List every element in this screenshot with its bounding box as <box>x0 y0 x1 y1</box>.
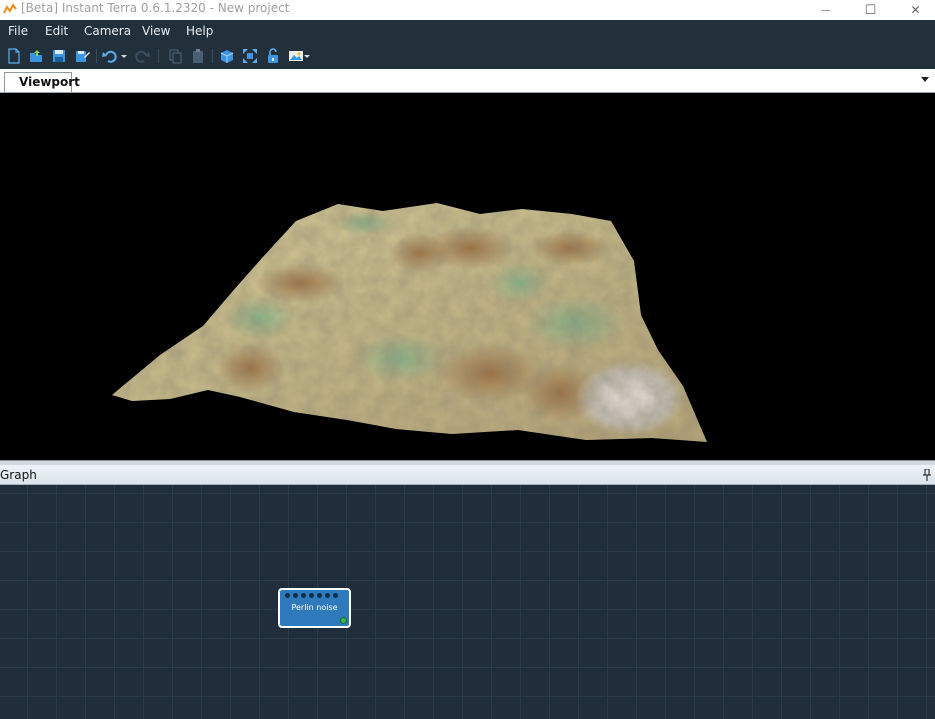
redo-icon[interactable] <box>134 48 150 64</box>
toolbar-separator <box>96 49 97 63</box>
save-icon[interactable] <box>51 48 67 64</box>
fit-view-icon[interactable] <box>242 48 258 64</box>
new-file-icon[interactable] <box>6 48 22 64</box>
node-output-port[interactable] <box>340 617 347 624</box>
copy-icon[interactable] <box>167 48 183 64</box>
menu-edit[interactable]: Edit <box>45 24 68 38</box>
screenshot-icon[interactable] <box>288 48 304 64</box>
tab-list-dropdown-icon[interactable] <box>921 77 929 82</box>
graph-node-perlin-noise[interactable]: Perlin noise <box>278 588 351 628</box>
menu-bar: File Edit Camera View Help <box>0 20 935 43</box>
toolbar-separator <box>212 49 213 63</box>
title-bar: [Beta] Instant Terra 0.6.1.2320 - New pr… <box>0 0 935 20</box>
menu-help[interactable]: Help <box>186 24 213 38</box>
tab-viewport[interactable]: Viewport <box>4 72 80 92</box>
paste-icon[interactable] <box>190 48 206 64</box>
save-as-icon[interactable] <box>74 48 90 64</box>
window-title: [Beta] Instant Terra 0.6.1.2320 - New pr… <box>21 1 290 15</box>
undo-dropdown-icon[interactable] <box>120 48 128 64</box>
node-input-ports <box>285 593 338 598</box>
minimize-button[interactable]: — <box>803 0 848 20</box>
open-file-icon[interactable] <box>28 48 44 64</box>
cube-view-icon[interactable] <box>219 48 235 64</box>
unlock-icon[interactable] <box>265 48 281 64</box>
document-tab-strip: Viewport <box>0 69 935 93</box>
menu-file[interactable]: File <box>8 24 28 38</box>
node-title: Perlin noise <box>291 603 338 612</box>
minimize-icon: — <box>820 4 831 16</box>
graph-panel-header: Graph <box>0 465 935 485</box>
graph-panel-title: Graph <box>0 468 37 482</box>
pin-icon[interactable] <box>922 469 932 481</box>
tab-viewport-label: Viewport <box>19 75 80 89</box>
node-graph-canvas[interactable]: Perlin noise <box>0 485 935 719</box>
maximize-button[interactable]: ☐ <box>848 0 893 20</box>
menu-camera[interactable]: Camera <box>84 24 131 38</box>
undo-icon[interactable] <box>102 48 118 64</box>
app-logo-icon <box>3 3 17 14</box>
terrain-render <box>112 203 707 442</box>
screenshot-dropdown-icon[interactable] <box>303 48 311 64</box>
maximize-icon: ☐ <box>864 2 877 18</box>
close-icon: ✕ <box>910 3 921 17</box>
toolbar <box>0 43 935 69</box>
close-button[interactable]: ✕ <box>893 0 935 20</box>
menu-view[interactable]: View <box>142 24 170 38</box>
3d-viewport[interactable] <box>0 93 935 460</box>
toolbar-separator <box>158 49 159 63</box>
